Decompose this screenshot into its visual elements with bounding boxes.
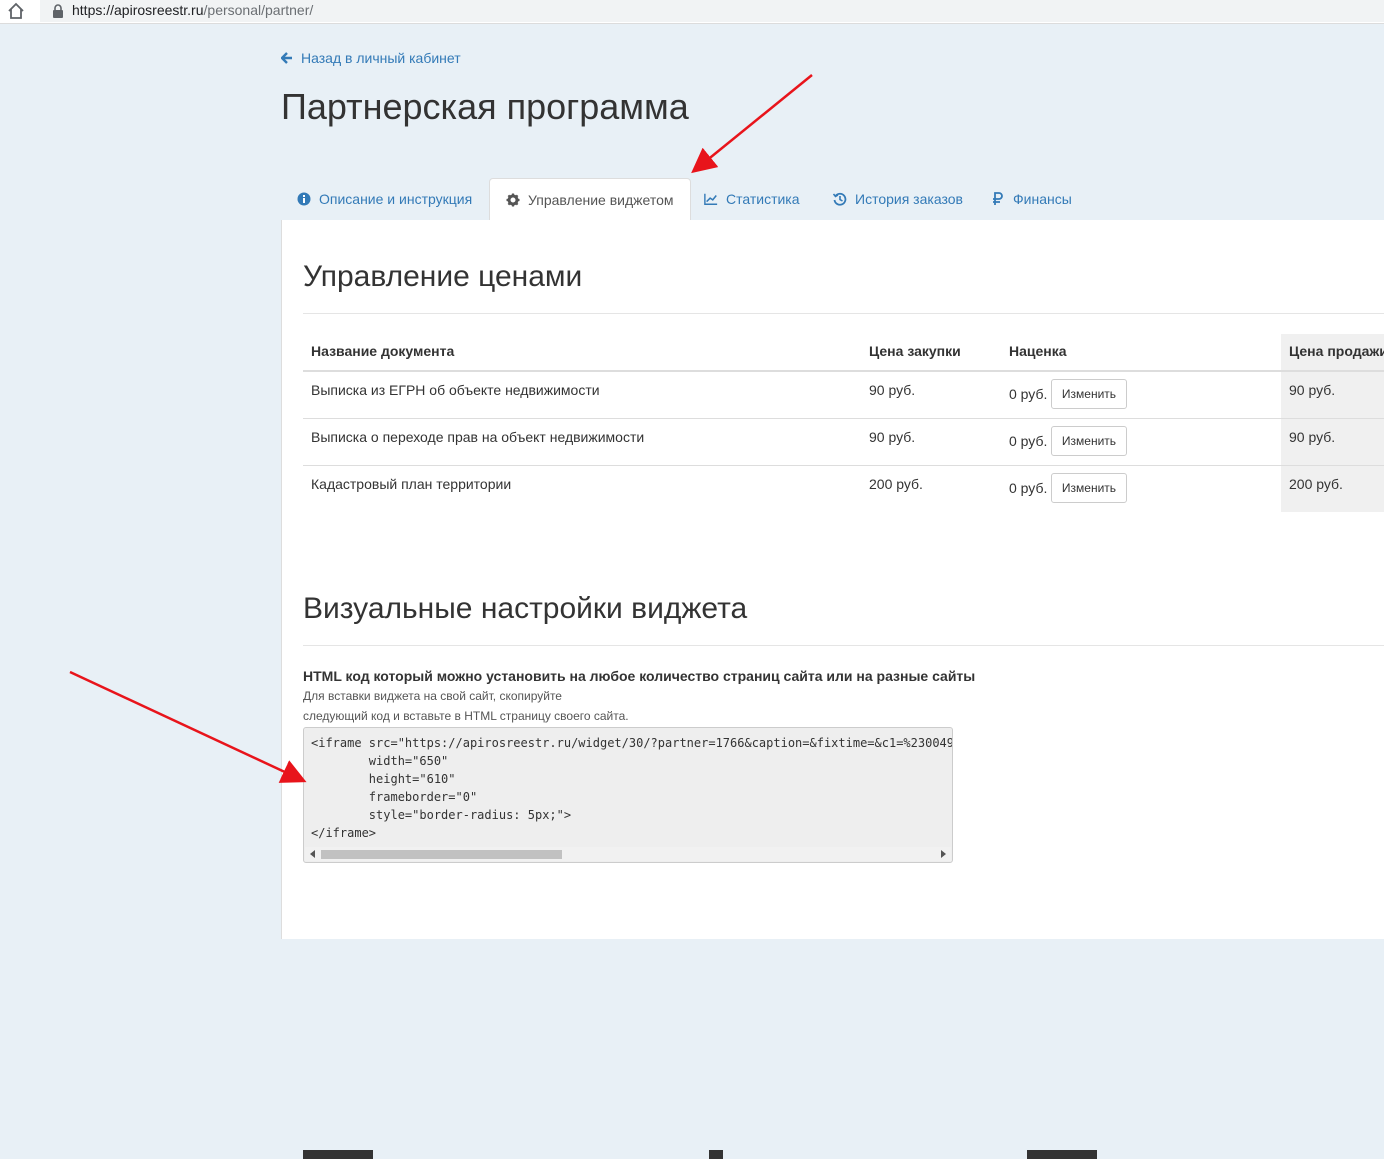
cell-buy-price: 200 руб. [869,476,923,492]
cell-sell-price: 200 руб. [1289,476,1343,492]
tab-label: История заказов [855,191,963,207]
cell-markup: 0 руб. [1009,480,1048,496]
scroll-left-icon[interactable] [310,850,315,858]
line-chart-icon [704,193,718,205]
embed-code-text[interactable]: <iframe src="https://apirosreestr.ru/wid… [311,734,952,842]
cutoff-text [303,1150,373,1159]
browser-url-bar: https://apirosreestr.ru/personal/partner… [0,0,1384,24]
back-link[interactable]: Назад в личный кабинет [281,50,461,66]
cell-buy-price: 90 руб. [869,382,916,398]
url-host: https://apirosreestr.ru [72,2,204,18]
divider [303,313,1384,314]
home-icon[interactable] [6,2,26,20]
scroll-right-icon[interactable] [941,850,946,858]
tab-label: Финансы [1013,191,1072,207]
arrow-left-icon [281,52,292,64]
gear-icon [506,193,520,207]
table-row-line [303,465,1384,466]
visual-section-title: Визуальные настройки виджета [303,592,748,625]
annotation-arrow-to-tab [691,74,813,174]
code-label: HTML код который можно установить на люб… [303,668,976,684]
tab-bar: Описание и инструкция Управление виджето… [281,178,1384,221]
cutoff-text [1027,1150,1097,1159]
cutoff-text [709,1150,723,1159]
tab-statistics[interactable]: Статистика [688,178,816,220]
tab-label: Управление виджетом [528,192,674,208]
cell-markup: 0 руб. [1009,433,1048,449]
ruble-icon [993,192,1003,205]
embed-code-block[interactable]: <iframe src="https://apirosreestr.ru/wid… [303,727,953,863]
annotation-arrow-to-code [69,670,307,783]
tab-order-history[interactable]: История заказов [817,178,979,220]
edit-markup-button[interactable]: Изменить [1051,379,1127,409]
col-header-markup: Наценка [1009,343,1067,359]
col-header-doc-name: Название документа [311,343,455,359]
address-text: https://apirosreestr.ru/personal/partner… [72,2,313,18]
tab-label: Описание и инструкция [319,191,473,207]
url-path: /personal/partner/ [203,2,314,18]
table-row-line [303,418,1384,419]
tab-description[interactable]: Описание и инструкция [281,178,488,220]
code-help-line: Для вставки виджета на свой сайт, скопир… [303,689,562,703]
cell-buy-price: 90 руб. [869,429,916,445]
tab-finance[interactable]: Финансы [975,178,1088,220]
edit-markup-button[interactable]: Изменить [1051,426,1127,456]
edit-markup-button[interactable]: Изменить [1051,473,1127,503]
tab-widget-management[interactable]: Управление виджетом [489,178,691,221]
scrollbar-thumb[interactable] [321,850,562,859]
page-title: Партнерская программа [281,86,689,127]
tab-label: Статистика [726,191,800,207]
back-link-label: Назад в личный кабинет [301,50,461,66]
cell-doc-name: Выписка о переходе прав на объект недвиж… [311,429,645,445]
code-help-line: следующий код и вставьте в HTML страницу… [303,709,629,723]
table-header-line [303,370,1384,372]
horizontal-scrollbar[interactable] [305,847,951,861]
cell-markup: 0 руб. [1009,386,1048,402]
col-header-sell-price: Цена продажи [1289,343,1384,359]
cell-sell-price: 90 руб. [1289,382,1336,398]
prices-section-title: Управление ценами [303,260,583,293]
info-circle-icon [297,192,311,206]
history-icon [833,192,847,206]
cell-doc-name: Выписка из ЕГРН об объекте недвижимости [311,382,600,398]
cell-doc-name: Кадастровый план территории [311,476,512,492]
col-header-buy-price: Цена закупки [869,343,961,359]
divider [303,645,1384,646]
tab-content-panel: Управление ценами Название документа Цен… [281,220,1384,1159]
cell-sell-price: 90 руб. [1289,429,1336,445]
lock-icon [53,4,63,18]
